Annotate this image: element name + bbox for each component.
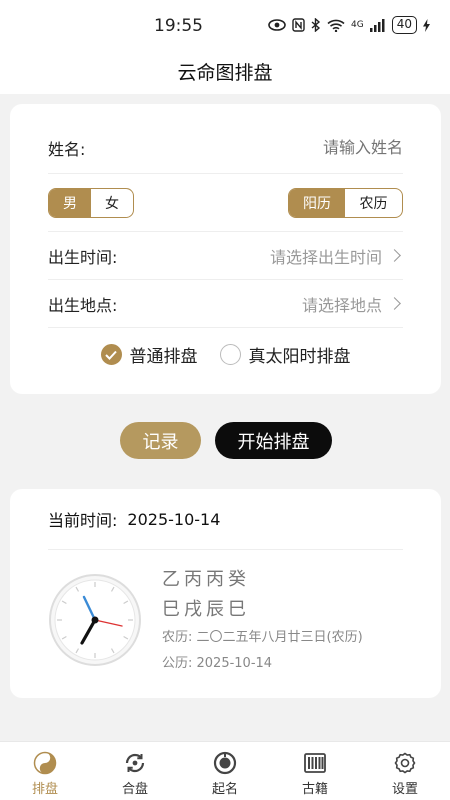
birth-time-picker[interactable]: 请选择出生时间: [270, 244, 403, 268]
sync-circle-icon: [125, 753, 145, 773]
tab-paipan[interactable]: 排盘: [0, 742, 90, 800]
wifi-icon: [327, 19, 345, 32]
mode-normal-option[interactable]: 普通排盘: [100, 342, 198, 367]
current-time-card: 当前时间: 2025-10-14 乙丙丙癸 巳戌辰巳 农历: 二〇二五年八月廿三…: [10, 489, 441, 698]
birth-place-placeholder: 请选择地点: [301, 295, 382, 315]
tab-qiming[interactable]: 起名: [180, 742, 270, 800]
chevron-right-icon: [388, 249, 401, 262]
tab-label: 合盘: [121, 782, 148, 797]
calendar-option-lunar[interactable]: 农历: [345, 189, 402, 217]
tab-label: 古籍: [301, 782, 328, 797]
current-time-label: 当前时间:: [48, 511, 118, 530]
bottom-tab-bar: 排盘 合盘 起名 古籍 设置: [0, 741, 450, 800]
lunar-date: 农历: 二〇二五年八月廿三日(农历): [162, 630, 363, 645]
tab-guji[interactable]: 古籍: [270, 742, 360, 800]
check-icon: [100, 344, 122, 365]
eye-icon: [268, 19, 286, 31]
solar-date: 公历: 2025-10-14: [162, 656, 273, 671]
current-date: 2025-10-14: [127, 509, 221, 529]
tab-label: 排盘: [31, 782, 58, 797]
page-title: 云命图排盘: [177, 62, 273, 84]
name-label: 姓名:: [48, 139, 86, 159]
status-time: 19:55: [154, 16, 203, 36]
calendar-option-solar[interactable]: 阳历: [289, 188, 346, 217]
app-bar: 云命图排盘: [0, 50, 450, 94]
birth-time-placeholder: 请选择出生时间: [269, 247, 382, 267]
name-input[interactable]: [223, 138, 403, 157]
tab-shezhi[interactable]: 设置: [360, 742, 450, 800]
start-chart-button[interactable]: 开始排盘: [215, 422, 332, 459]
current-time-row: 当前时间: 2025-10-14: [48, 489, 403, 550]
mode-true-solar-option[interactable]: 真太阳时排盘: [219, 342, 351, 367]
radio-empty-icon: [219, 344, 241, 365]
record-button[interactable]: 记录: [120, 422, 201, 459]
clock-icon: [49, 574, 141, 666]
chart-mode-options: 普通排盘 真太阳时排盘: [10, 342, 441, 367]
birth-time-row[interactable]: 出生时间: 请选择出生时间: [48, 232, 403, 280]
tab-label: 设置: [391, 782, 418, 797]
charging-icon: [423, 18, 430, 32]
birth-place-picker[interactable]: 请选择地点: [302, 292, 403, 316]
tab-label: 起名: [211, 782, 238, 797]
calendar-toggle: 阳历 农历: [288, 187, 403, 218]
gender-option-female[interactable]: 女: [91, 189, 133, 217]
birth-time-label: 出生时间:: [48, 247, 118, 267]
yin-yang-icon: [33, 751, 57, 775]
signal-icon: [369, 18, 385, 32]
chevron-right-icon: [388, 297, 401, 310]
ganzhi-stems: 乙丙丙癸: [162, 569, 250, 590]
naming-icon: [213, 751, 237, 775]
battery-indicator: 40: [391, 16, 417, 34]
name-row: 姓名:: [48, 122, 403, 174]
mode-normal-label: 普通排盘: [129, 347, 198, 367]
bluetooth-icon: [311, 18, 321, 32]
ganzhi-branches: 巳戌辰巳: [162, 599, 250, 620]
nfc-icon: [292, 18, 305, 32]
birth-place-label: 出生地点:: [48, 295, 118, 315]
gender-calendar-row: 男 女 阳历 农历: [48, 174, 403, 232]
birth-place-row[interactable]: 出生地点: 请选择地点: [48, 280, 403, 328]
network-type: 4G: [351, 20, 364, 30]
tab-hepan[interactable]: 合盘: [90, 742, 180, 800]
mode-true-solar-label: 真太阳时排盘: [248, 347, 351, 367]
gender-option-male[interactable]: 男: [49, 188, 91, 217]
gender-toggle: 男 女: [48, 187, 134, 218]
gear-icon: [394, 752, 416, 774]
status-icons: 4G 40: [268, 16, 430, 34]
book-icon: [304, 753, 326, 773]
birth-info-form: 姓名: 男 女 阳历 农历 出生时间: 请选择出生时间 出生地点: 请选择地点: [10, 104, 441, 394]
status-bar: 19:55 4G 40: [0, 0, 450, 50]
